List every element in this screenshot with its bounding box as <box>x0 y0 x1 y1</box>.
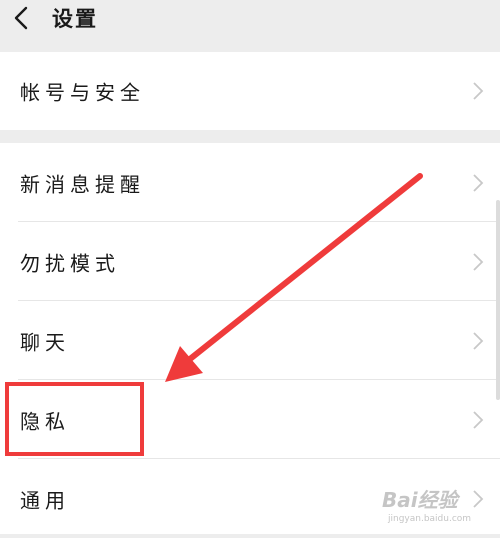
watermark: Bai经验 jingyan.baidu.com <box>380 478 500 530</box>
back-chevron-icon[interactable] <box>10 6 34 30</box>
watermark-brand: Bai经验 <box>382 488 458 512</box>
settings-group-account: 帐号与安全 <box>0 52 500 130</box>
settings-group-main: 新消息提醒 勿扰模式 聊天 隐私 通用 <box>0 143 500 534</box>
settings-item-chat[interactable]: 聊天 <box>0 301 500 380</box>
highlight-box <box>5 382 144 456</box>
scrollbar[interactable] <box>496 200 500 400</box>
settings-item-notifications[interactable]: 新消息提醒 <box>0 143 500 222</box>
chevron-right-icon <box>473 82 484 100</box>
chevron-right-icon <box>473 252 484 271</box>
chevron-right-icon <box>473 331 484 350</box>
settings-item-account-security[interactable]: 帐号与安全 <box>0 52 500 130</box>
settings-item-label: 新消息提醒 <box>20 172 145 196</box>
watermark-url: jingyan.baidu.com <box>388 514 472 524</box>
chevron-right-icon <box>473 410 484 429</box>
page-title: 设置 <box>52 7 98 31</box>
nav-bar: 设置 <box>0 0 500 52</box>
settings-item-label: 聊天 <box>20 330 70 354</box>
chevron-right-icon <box>473 173 484 192</box>
settings-item-label: 勿扰模式 <box>20 251 120 275</box>
settings-item-do-not-disturb[interactable]: 勿扰模式 <box>0 222 500 301</box>
settings-item-label: 帐号与安全 <box>20 80 145 105</box>
settings-item-label: 通用 <box>20 488 70 512</box>
